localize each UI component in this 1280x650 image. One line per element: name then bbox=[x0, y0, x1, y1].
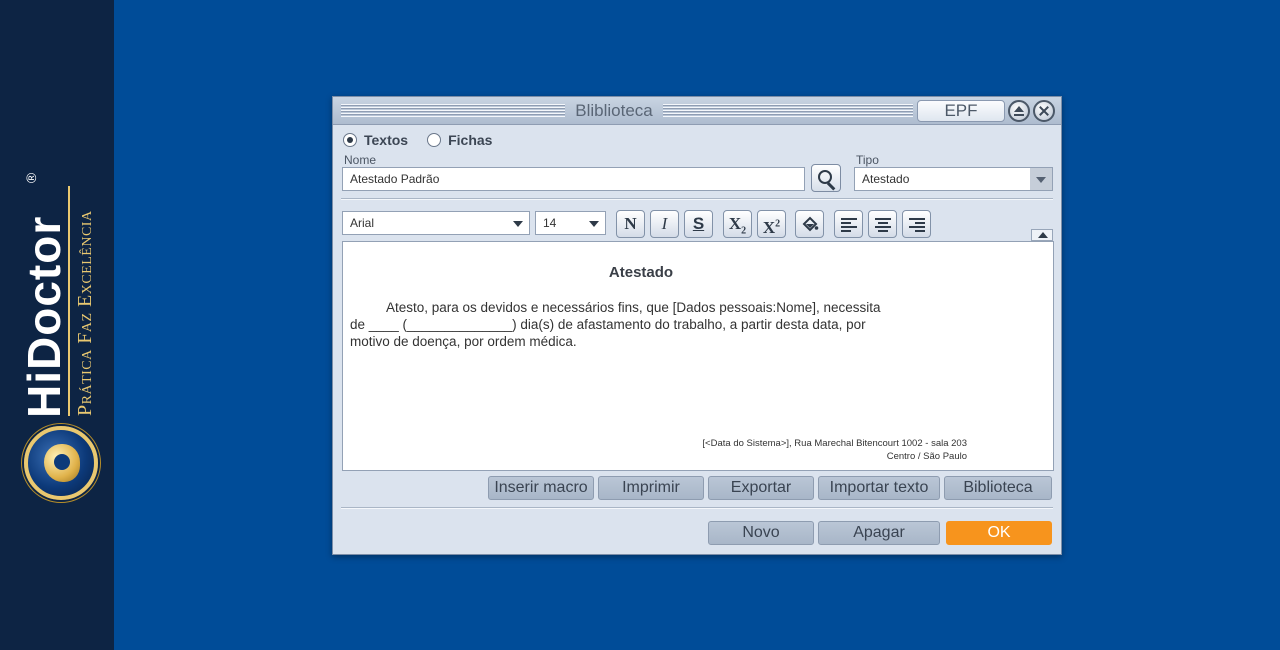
font-family-select[interactable]: Arial bbox=[342, 211, 530, 235]
library-dialog: Bliblioteca EPF Textos Fichas Nome Atest… bbox=[332, 96, 1062, 555]
align-left-icon bbox=[841, 218, 857, 232]
document-body: Atesto, para os devidos e necessários fi… bbox=[350, 299, 920, 350]
superscript-button[interactable]: X2 bbox=[757, 210, 786, 238]
footer-line: Centro / São Paulo bbox=[886, 451, 967, 462]
divider bbox=[341, 507, 1053, 509]
import-text-button[interactable]: Importar texto bbox=[818, 476, 940, 500]
fill-color-button[interactable] bbox=[795, 210, 824, 238]
font-family-value: Arial bbox=[350, 216, 375, 230]
divider bbox=[341, 198, 1053, 200]
radio-fichas[interactable] bbox=[427, 133, 442, 147]
tipo-label: Tipo bbox=[856, 153, 879, 167]
strikethrough-button[interactable]: S bbox=[684, 210, 713, 238]
align-left-button[interactable] bbox=[834, 210, 863, 238]
align-center-button[interactable] bbox=[868, 210, 897, 238]
italic-icon: I bbox=[661, 214, 668, 233]
italic-button[interactable]: I bbox=[650, 210, 679, 238]
brand-logo-text: HiDoctor bbox=[18, 215, 70, 418]
footer-line: [<Data do Sistema>], Rua Marechal Bitenc… bbox=[702, 438, 967, 449]
document-line: de ____ (______________) dia(s) de afast… bbox=[350, 317, 866, 332]
bold-button[interactable]: N bbox=[616, 210, 645, 238]
radio-textos-label[interactable]: Textos bbox=[364, 132, 408, 148]
ok-button[interactable]: OK bbox=[946, 521, 1052, 545]
sidebar: HiDoctor ® Prática Faz Excelência bbox=[0, 0, 114, 650]
font-size-value: 14 bbox=[543, 216, 557, 230]
align-center-icon bbox=[875, 218, 891, 232]
font-size-select[interactable]: 14 bbox=[535, 211, 606, 235]
subscript-button[interactable]: X2 bbox=[723, 210, 752, 238]
document-footer: [<Data do Sistema>], Rua Marechal Bitenc… bbox=[702, 437, 967, 463]
brand-tagline: Prática Faz Excelência bbox=[74, 210, 96, 416]
tipo-select-value: Atestado bbox=[862, 172, 910, 186]
collapse-toolbar-button[interactable] bbox=[1031, 229, 1053, 241]
brand-emblem-icon bbox=[24, 426, 98, 500]
tipo-select[interactable]: Atestado bbox=[854, 167, 1053, 191]
print-button[interactable]: Imprimir bbox=[598, 476, 704, 500]
align-right-button[interactable] bbox=[902, 210, 931, 238]
search-button[interactable] bbox=[811, 164, 841, 192]
nome-label: Nome bbox=[344, 153, 377, 167]
titlebar-grip-right bbox=[663, 104, 913, 117]
chevron-down-icon bbox=[513, 221, 523, 227]
radio-fichas-label[interactable]: Fichas bbox=[448, 132, 492, 148]
export-button[interactable]: Exportar bbox=[708, 476, 814, 500]
delete-button[interactable]: Apagar bbox=[818, 521, 940, 545]
mode-selector: Textos Fichas bbox=[343, 132, 511, 148]
bold-icon: N bbox=[624, 214, 637, 233]
chevron-down-icon[interactable] bbox=[1030, 168, 1052, 190]
superscript-icon: X2 bbox=[762, 217, 781, 237]
document-line: motivo de doença, por ordem médica. bbox=[350, 334, 577, 349]
eject-icon[interactable] bbox=[1008, 100, 1030, 122]
strikethrough-icon: S bbox=[692, 214, 705, 233]
search-icon bbox=[818, 170, 832, 184]
document-title: Atestado bbox=[608, 264, 674, 281]
text-editor[interactable]: Atestado Atesto, para os devidos e neces… bbox=[342, 241, 1054, 471]
document-line: Atesto, para os devidos e necessários fi… bbox=[386, 300, 881, 315]
dialog-title: Bliblioteca bbox=[575, 101, 653, 120]
registered-mark: ® bbox=[23, 172, 40, 184]
titlebar-grip-left bbox=[341, 104, 565, 117]
align-right-icon bbox=[909, 218, 925, 232]
nome-input[interactable]: Atestado Padrão bbox=[342, 167, 805, 191]
subscript-icon: X2 bbox=[728, 214, 747, 237]
tagline-divider bbox=[68, 186, 70, 416]
radio-textos[interactable] bbox=[343, 133, 357, 147]
chevron-down-icon bbox=[589, 221, 599, 227]
new-button[interactable]: Novo bbox=[708, 521, 814, 545]
close-icon[interactable] bbox=[1033, 100, 1055, 122]
library-button[interactable]: Biblioteca bbox=[944, 476, 1052, 500]
paint-bucket-icon bbox=[802, 216, 818, 232]
insert-macro-button[interactable]: Inserir macro bbox=[488, 476, 594, 500]
dialog-titlebar[interactable]: Bliblioteca EPF bbox=[333, 97, 1061, 125]
epf-button[interactable]: EPF bbox=[917, 100, 1005, 122]
